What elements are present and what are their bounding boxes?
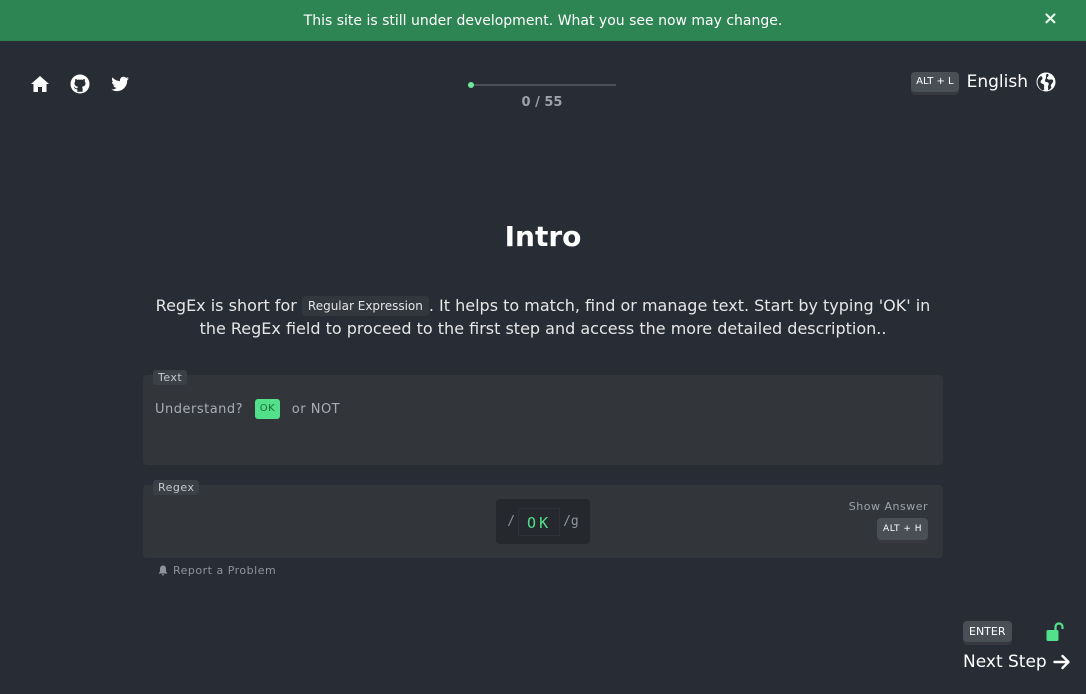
next-step-button[interactable]: Next Step [963, 652, 1071, 672]
lesson-title: Intro [504, 220, 582, 253]
report-problem-label[interactable]: Report a Problem [173, 564, 276, 577]
home-icon[interactable] [30, 74, 50, 94]
regex-input-box: / OK /g [496, 499, 590, 544]
dev-banner: This site is still under development. Wh… [0, 0, 1086, 41]
next-step-label[interactable]: Next Step [963, 652, 1047, 672]
description-text-before: RegEx is short for [155, 296, 302, 315]
progress-track [468, 84, 616, 86]
sample-text-after: or NOT [287, 401, 341, 417]
github-icon[interactable] [70, 74, 90, 94]
enter-shortcut-key: ENTER [963, 621, 1012, 642]
enter-shortcut: ENTER [963, 620, 1012, 642]
progress-count: 0 / 55 [521, 95, 563, 110]
progress-dot [468, 82, 474, 88]
banner-message: This site is still under development. Wh… [303, 12, 783, 29]
lesson-description: RegEx is short for Regular Expression. I… [143, 294, 943, 340]
bell-icon [158, 565, 168, 576]
description-code: Regular Expression [301, 296, 429, 316]
regex-flags: /g [563, 514, 579, 529]
matched-text-highlight: OK [254, 399, 281, 419]
header-nav [30, 74, 130, 94]
twitter-icon[interactable] [110, 74, 130, 94]
language-label[interactable]: English [967, 72, 1028, 92]
sample-text: Understand? OK or NOT [155, 399, 340, 419]
text-panel: Text Understand? OK or NOT [143, 370, 943, 465]
regex-input[interactable]: OK [518, 507, 561, 536]
arrow-right-icon[interactable] [1053, 653, 1071, 671]
regex-panel-tag: Regex [153, 480, 200, 495]
globe-icon[interactable] [1036, 72, 1056, 92]
unlock-icon [1046, 622, 1064, 641]
sample-text-before: Understand? [155, 401, 248, 417]
text-panel-tag: Text [153, 370, 188, 385]
show-answer-shortcut-key[interactable]: ALT + H [877, 518, 928, 540]
language-selector[interactable]: ALT + L English [911, 72, 1056, 92]
close-icon[interactable]: × [1043, 9, 1058, 29]
show-answer[interactable]: Show Answer ALT + H [849, 500, 928, 540]
report-problem-link[interactable]: Report a Problem [158, 564, 276, 577]
regex-open-slash: / [507, 514, 516, 529]
show-answer-label[interactable]: Show Answer [849, 500, 928, 513]
regex-panel: Regex / OK /g Show Answer ALT + H [143, 480, 943, 558]
language-shortcut-key: ALT + L [911, 72, 959, 92]
